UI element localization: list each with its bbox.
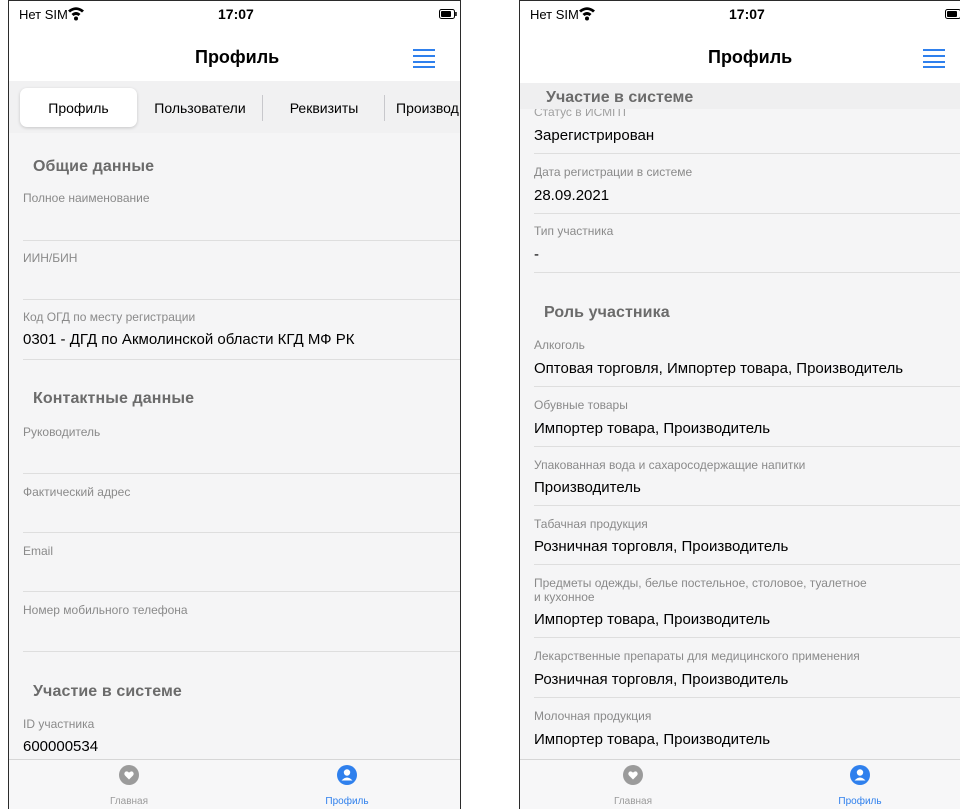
wifi-icon bbox=[68, 7, 84, 21]
role-category-label: Молочная продукция bbox=[534, 709, 652, 723]
tab-divider bbox=[262, 95, 263, 121]
section-roles: Роль участника bbox=[544, 304, 670, 321]
carrier-label: Нет SIM bbox=[530, 7, 579, 22]
divider bbox=[534, 446, 960, 447]
head-label: Руководитель bbox=[23, 425, 101, 439]
heart-icon bbox=[623, 765, 643, 785]
divider bbox=[534, 386, 960, 387]
divider bbox=[534, 697, 960, 698]
role-category-label: Упакованная вода и сахаросодержащие напи… bbox=[534, 458, 806, 472]
page-title: Профиль bbox=[195, 47, 280, 67]
battery-icon bbox=[945, 9, 960, 19]
user-icon bbox=[337, 765, 357, 785]
role-category-value: Импортер товара, Производитель bbox=[534, 731, 771, 748]
heart-icon bbox=[119, 765, 139, 785]
battery-icon bbox=[439, 9, 457, 19]
tab-requisites[interactable]: Реквизиты bbox=[265, 88, 383, 127]
phone-label: Номер мобильного телефона bbox=[23, 603, 188, 617]
role-category-label: Алкоголь bbox=[534, 338, 585, 352]
status-bar: Нет SIM 17:07 bbox=[9, 1, 460, 27]
hamburger-icon[interactable] bbox=[413, 48, 435, 68]
reg-date-label: Дата регистрации в системе bbox=[534, 165, 693, 179]
tabbar-home-label: Главная bbox=[109, 796, 149, 807]
tab-production[interactable]: Производ bbox=[387, 88, 460, 127]
email-label: Email bbox=[23, 544, 54, 558]
hamburger-icon[interactable] bbox=[923, 48, 945, 68]
divider bbox=[23, 299, 460, 300]
section-contacts: Контактные данные bbox=[33, 390, 195, 407]
divider bbox=[534, 505, 960, 506]
status-bar: Нет SIM 17:07 bbox=[520, 1, 960, 27]
section-general: Общие данные bbox=[33, 158, 155, 175]
role-category-value: Импортер товара, Производитель bbox=[534, 420, 771, 437]
divider bbox=[23, 651, 460, 652]
page-title: Профиль bbox=[708, 47, 793, 67]
tab-users[interactable]: Пользователи bbox=[139, 88, 261, 127]
divider bbox=[23, 591, 460, 592]
participant-type-value: - bbox=[534, 246, 539, 263]
tab-divider bbox=[384, 95, 385, 121]
role-category-label: Табачная продукция bbox=[534, 517, 648, 531]
carrier-label: Нет SIM bbox=[19, 7, 68, 22]
section-participation: Участие в системе bbox=[33, 683, 182, 700]
user-icon bbox=[850, 765, 870, 785]
participant-id-label: ID участника bbox=[23, 717, 95, 731]
tabbar-home[interactable]: Главная bbox=[593, 760, 673, 809]
status-value: Зарегистрирован bbox=[534, 127, 655, 144]
participant-id-value: 600000534 bbox=[23, 738, 99, 755]
wifi-icon bbox=[579, 7, 595, 21]
left-screen: Нет SIM 17:07 Профиль Профиль Пользовате… bbox=[8, 0, 461, 809]
ogd-value: 0301 - ДГД по Акмолинской области КГД МФ… bbox=[23, 331, 355, 348]
divider bbox=[534, 272, 960, 273]
tabbar-profile-label: Профиль bbox=[838, 796, 882, 807]
status-time: 17:07 bbox=[218, 6, 254, 22]
divider bbox=[23, 473, 460, 474]
tabbar-home[interactable]: Главная bbox=[89, 760, 169, 809]
profile-content: Общие данные Полное наименование ИИН/БИН… bbox=[9, 133, 460, 809]
role-category-label: Обувные товары bbox=[534, 398, 628, 412]
divider bbox=[23, 359, 460, 360]
status-time: 17:07 bbox=[729, 6, 765, 22]
participant-type-label: Тип участника bbox=[534, 224, 614, 238]
bottom-tab-bar: Главная Профиль bbox=[9, 759, 460, 809]
divider bbox=[534, 564, 960, 565]
role-category-label: Лекарственные препараты для медицинского… bbox=[534, 649, 860, 663]
divider bbox=[534, 153, 960, 154]
divider bbox=[534, 637, 960, 638]
tabbar-profile[interactable]: Профиль bbox=[307, 760, 387, 809]
full-name-label: Полное наименование bbox=[23, 191, 150, 205]
right-screen: Нет SIM 17:07 Профиль Статус в ИСМПТ Уча… bbox=[519, 0, 960, 809]
tabbar-profile-label: Профиль bbox=[325, 796, 369, 807]
role-category-value: Производитель bbox=[534, 479, 641, 496]
ogd-label: Код ОГД по месту регистрации bbox=[23, 310, 196, 324]
reg-date-value: 28.09.2021 bbox=[534, 187, 610, 204]
divider bbox=[23, 240, 460, 241]
participation-content: Статус в ИСМПТ Участие в системе Зарегис… bbox=[520, 83, 960, 809]
bottom-tab-bar: Главная Профиль bbox=[520, 759, 960, 809]
role-category-label-line2: и кухонное bbox=[534, 590, 595, 604]
role-category-label: Предметы одежды, белье постельное, столо… bbox=[534, 576, 867, 590]
divider bbox=[534, 213, 960, 214]
address-label: Фактический адрес bbox=[23, 485, 131, 499]
sticky-section-header: Участие в системе bbox=[520, 83, 960, 109]
iin-label: ИИН/БИН bbox=[23, 251, 78, 265]
segmented-tabs: Профиль Пользователи Реквизиты Производ bbox=[9, 81, 460, 133]
tabbar-profile[interactable]: Профиль bbox=[820, 760, 900, 809]
sticky-section-title: Участие в системе bbox=[546, 89, 694, 106]
role-category-value: Импортер товара, Производитель bbox=[534, 611, 771, 628]
tabbar-home-label: Главная bbox=[613, 796, 653, 807]
role-category-value: Розничная торговля, Производитель bbox=[534, 538, 789, 555]
tab-profile[interactable]: Профиль bbox=[20, 88, 137, 127]
role-category-value: Розничная торговля, Производитель bbox=[534, 671, 789, 688]
role-category-value: Оптовая торговля, Импортер товара, Произ… bbox=[534, 360, 904, 377]
divider bbox=[23, 532, 460, 533]
